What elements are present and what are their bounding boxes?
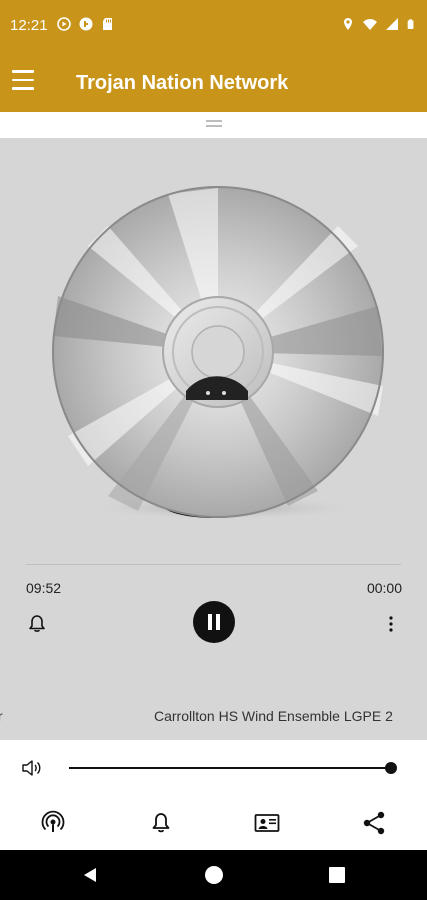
now-playing-title: Carrollton HS Wind Ensemble LGPE 2 [154, 708, 393, 724]
alarm-bell-icon[interactable] [27, 614, 47, 634]
android-nav-bar [0, 850, 427, 900]
app-title: Trojan Nation Network [76, 72, 289, 94]
volume-bar [0, 740, 427, 796]
player-panel: 09:52 00:00 ır Carrollton HS Wind Ensemb… [0, 138, 427, 740]
share-icon[interactable] [361, 810, 387, 836]
status-icons-left [57, 17, 115, 31]
notification-bell-icon[interactable] [148, 810, 174, 836]
pause-icon [208, 614, 220, 630]
volume-icon[interactable] [20, 756, 44, 780]
more-vert-icon[interactable] [382, 614, 400, 634]
location-icon [344, 18, 352, 30]
seek-bar[interactable] [26, 564, 401, 565]
time-elapsed: 09:52 [26, 580, 62, 596]
data-saver-icon [79, 17, 93, 31]
now-playing-marquee: ır Carrollton HS Wind Ensemble LGPE 2 [0, 708, 427, 728]
home-icon[interactable] [205, 866, 223, 884]
contact-card-icon[interactable] [254, 810, 280, 836]
sd-card-icon [103, 18, 112, 30]
wifi-icon [363, 19, 377, 30]
podcast-icon[interactable] [40, 810, 66, 836]
status-icons-right [341, 17, 417, 31]
pause-button[interactable] [193, 601, 235, 643]
marquee-fragment: ır [0, 708, 3, 724]
handle-strip [0, 112, 427, 138]
volume-slider-track[interactable] [69, 767, 391, 769]
recents-icon[interactable] [329, 867, 345, 883]
back-icon[interactable] [82, 867, 98, 883]
signal-icon [386, 18, 398, 30]
battery-icon [407, 19, 414, 29]
drag-handle[interactable] [206, 120, 222, 128]
volume-slider-thumb[interactable] [385, 762, 397, 774]
time-total: 00:00 [366, 580, 402, 596]
cd-artwork [52, 186, 384, 520]
bottom-nav [0, 796, 427, 850]
status-time: 12:21 [10, 17, 48, 34]
status-bar: 12:21 [0, 0, 427, 52]
app-bar: Trojan Nation Network [0, 52, 427, 112]
media-play-icon [57, 17, 71, 31]
hamburger-menu-icon[interactable] [12, 70, 34, 92]
